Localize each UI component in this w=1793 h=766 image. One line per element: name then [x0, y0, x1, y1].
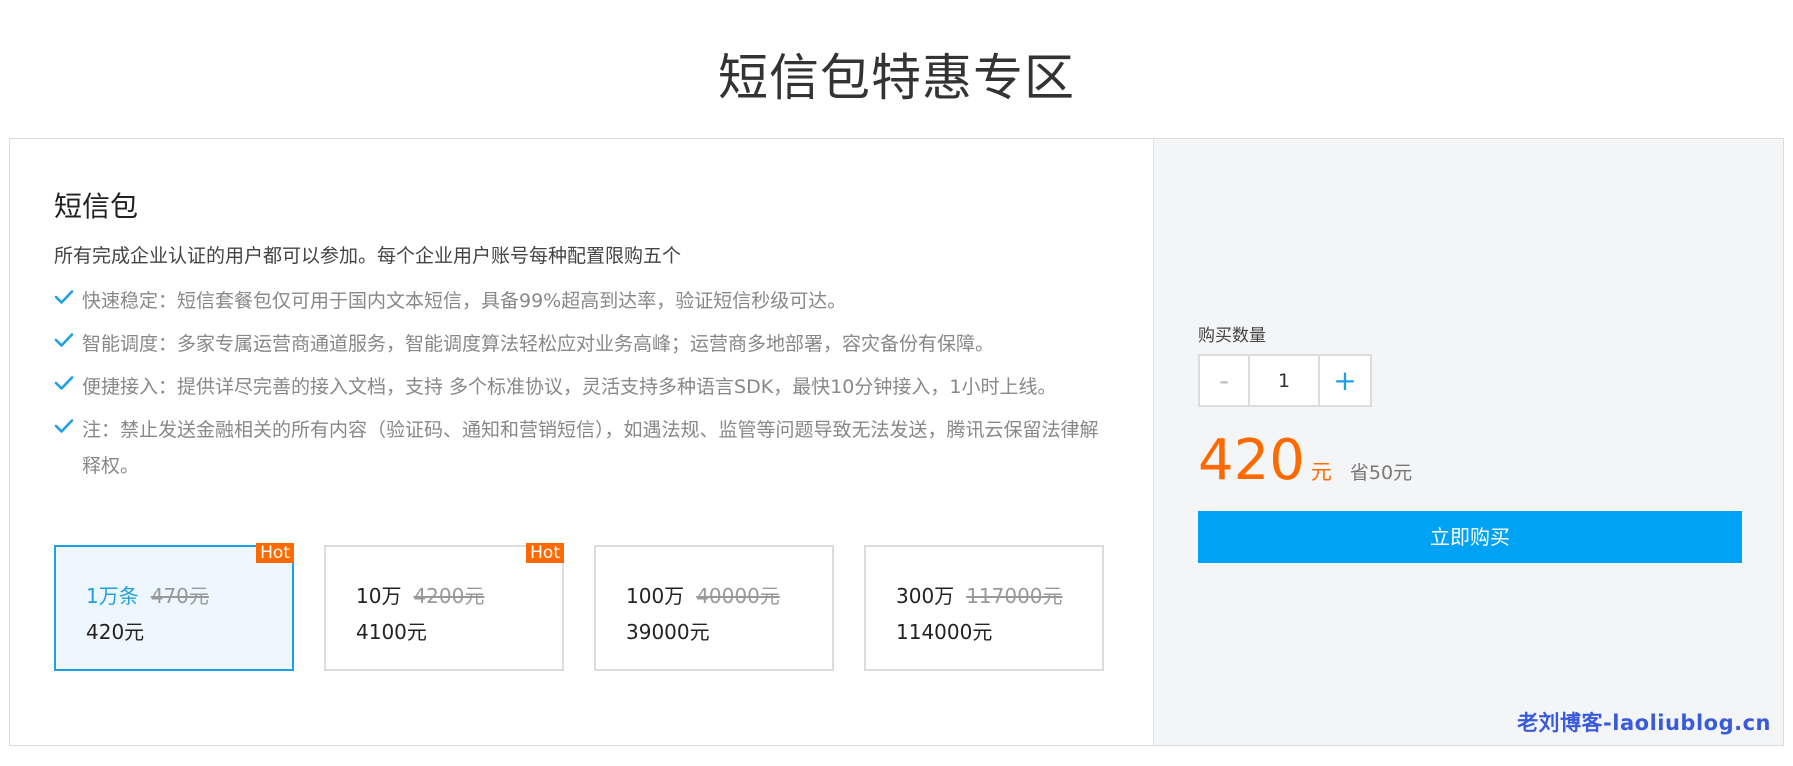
savings-text: 省50元 [1349, 462, 1413, 484]
feature-text: 注：禁止发送金融相关的所有内容（验证码、通知和营销短信），如遇法规、监管等问题导… [82, 419, 1099, 477]
feature-item: 快速稳定：短信套餐包仅可用于国内文本短信，具备99%超高到达率，验证短信秒级可达… [54, 283, 1114, 319]
buy-now-button[interactable]: 立即购买 [1198, 511, 1742, 563]
feature-item: 便捷接入：提供详尽完善的接入文档，支持 多个标准协议，灵活支持多种语言SDK，最… [54, 369, 1114, 405]
option-original-price: 117000元 [966, 584, 1063, 608]
purchase-panel: 购买数量 - + 420元省50元 立即购买 老刘博客-laoliublog.c… [1153, 139, 1783, 745]
option-quantity: 100万 [626, 584, 685, 608]
package-option-300wan[interactable]: 300万 117000元 114000元 [864, 545, 1104, 671]
package-info: 短信包 所有完成企业认证的用户都可以参加。每个企业用户账号每种配置限购五个 快速… [10, 139, 1153, 745]
package-options: Hot 1万条 470元 420元 Hot 10万 4200元 4100元 100万… [54, 543, 1134, 671]
option-quantity: 1万条 [86, 584, 139, 608]
option-qty-row: 1万条 470元 [86, 581, 292, 611]
option-qty-row: 10万 4200元 [356, 581, 562, 611]
check-icon [54, 326, 82, 348]
check-icon [54, 369, 82, 391]
feature-item: 智能调度：多家专属运营商通道服务，智能调度算法轻松应对业务高峰；运营商多地部署，… [54, 326, 1114, 362]
option-original-price: 4200元 [413, 584, 485, 608]
option-original-price: 470元 [150, 584, 209, 608]
option-price: 4100元 [356, 620, 427, 644]
feature-text: 智能调度：多家专属运营商通道服务，智能调度算法轻松应对业务高峰；运营商多地部署，… [82, 333, 995, 355]
package-title: 短信包 [54, 190, 139, 223]
option-original-price: 40000元 [696, 584, 780, 608]
option-price: 420元 [86, 620, 145, 644]
quantity-label: 购买数量 [1198, 326, 1266, 346]
hot-badge: Hot [256, 543, 294, 563]
option-qty-row: 300万 117000元 [896, 581, 1102, 611]
price-line: 420 元省50元 [1198, 429, 1412, 493]
option-qty-row: 100万 40000元 [626, 581, 832, 611]
option-price: 114000元 [896, 620, 993, 644]
feature-list: 快速稳定：短信套餐包仅可用于国内文本短信，具备99%超高到达率，验证短信秒级可达… [54, 283, 1114, 484]
option-quantity: 300万 [896, 584, 955, 608]
quantity-input[interactable] [1250, 354, 1320, 407]
decrement-button[interactable]: - [1198, 354, 1250, 407]
watermark: 老刘博客-laoliublog.cn [1517, 711, 1771, 735]
package-description: 所有完成企业认证的用户都可以参加。每个企业用户账号每种配置限购五个 [54, 245, 682, 267]
package-option-1wan[interactable]: Hot 1万条 470元 420元 [54, 543, 294, 671]
feature-text: 快速稳定：短信套餐包仅可用于国内文本短信，具备99%超高到达率，验证短信秒级可达… [82, 290, 847, 312]
check-icon [54, 412, 82, 434]
option-quantity: 10万 [356, 584, 402, 608]
quantity-stepper: - + [1198, 354, 1372, 407]
hot-badge: Hot [526, 543, 564, 563]
package-panel: 短信包 所有完成企业认证的用户都可以参加。每个企业用户账号每种配置限购五个 快速… [9, 138, 1784, 746]
increment-button[interactable]: + [1320, 354, 1372, 407]
price-unit: 元 [1310, 460, 1332, 484]
option-price: 39000元 [626, 620, 710, 644]
package-option-10wan[interactable]: Hot 10万 4200元 4100元 [324, 543, 564, 671]
feature-item: 注：禁止发送金融相关的所有内容（验证码、通知和营销短信），如遇法规、监管等问题导… [54, 412, 1114, 484]
check-icon [54, 283, 82, 305]
package-option-100wan[interactable]: 100万 40000元 39000元 [594, 545, 834, 671]
total-price: 420 [1198, 428, 1305, 493]
page-title: 短信包特惠专区 [718, 49, 1075, 107]
feature-text: 便捷接入：提供详尽完善的接入文档，支持 多个标准协议，灵活支持多种语言SDK，最… [82, 376, 1057, 398]
